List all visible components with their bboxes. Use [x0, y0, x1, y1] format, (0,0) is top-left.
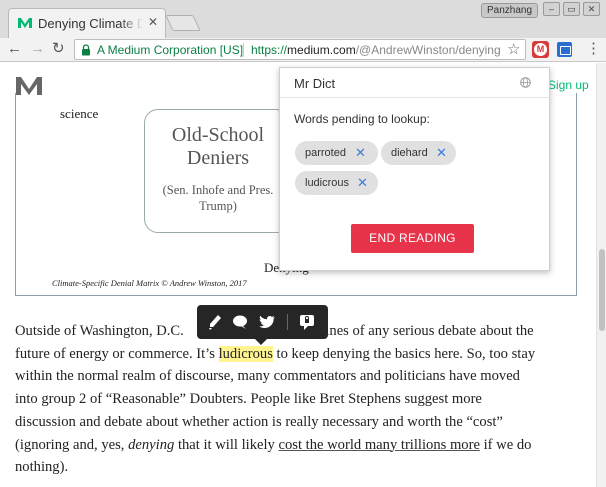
old-school-deniers-box: Old-School Deniers (Sen. Inhofe and Pres…: [144, 109, 290, 233]
article-emphasis: denying: [128, 436, 175, 453]
tab-title: Denying Climate Denial: [38, 16, 143, 31]
close-window-button[interactable]: ✕: [583, 2, 600, 16]
word-chip-label: diehard: [391, 147, 428, 159]
url-host: medium.com: [287, 43, 356, 57]
secure-site-label: A Medium Corporation [US]: [97, 43, 244, 57]
highlighter-icon[interactable]: [205, 313, 225, 331]
popup-divider: [280, 97, 549, 98]
new-tab-button[interactable]: [165, 15, 201, 31]
article-body: Outside of Washington, D.C. elines of any…: [15, 320, 580, 479]
private-note-icon[interactable]: [297, 313, 317, 331]
page-scrollbar[interactable]: [596, 63, 606, 487]
scrollbar-thumb[interactable]: [599, 249, 605, 331]
article-text: if we do: [479, 436, 532, 453]
word-chip[interactable]: ludicrous ✕: [295, 171, 378, 195]
word-chip[interactable]: diehard ✕: [381, 141, 456, 165]
article-line: nothing).: [15, 459, 69, 476]
article-text: elines of any serious debate about the: [314, 323, 534, 339]
article-line: discussion and debate about whether acti…: [15, 413, 503, 430]
maximize-button[interactable]: ▭: [563, 2, 580, 16]
end-reading-button[interactable]: END READING: [351, 224, 474, 253]
word-chip-label: ludicrous: [305, 177, 350, 189]
highlight-menu-divider: [287, 314, 288, 330]
globe-icon[interactable]: [520, 77, 531, 88]
denier-box-title: Old-School Deniers: [171, 124, 265, 169]
back-arrow-icon[interactable]: ←: [7, 41, 22, 57]
tab-strip: Denying Climate Denial ✕ Panzhang – ▭ ✕: [0, 0, 606, 38]
url-scheme: https://: [251, 43, 288, 57]
profile-name[interactable]: Panzhang: [481, 3, 539, 18]
lock-icon: [82, 44, 90, 56]
browser-menu-icon[interactable]: ⋮: [586, 41, 601, 57]
article-text: (ignoring and, yes,: [15, 436, 129, 453]
sign-up-link[interactable]: Sign up: [548, 78, 589, 92]
url-path: /@AndrewWinston/denying-climate-denial: [355, 43, 501, 57]
article-line: into group 2 of “Reasonable” Doubters. P…: [15, 391, 482, 408]
reader-extension-icon[interactable]: [557, 42, 572, 57]
medium-favicon-icon: [18, 18, 32, 28]
url-separator: [243, 43, 244, 57]
word-chip-label: parroted: [305, 147, 346, 159]
article-line: within the normal realm of discourse, ma…: [15, 368, 520, 385]
figure-caption: Climate-Specific Denial Matrix © Andrew …: [52, 278, 247, 288]
article-text: to keep denying the basics here. So, too…: [272, 345, 536, 362]
reload-icon[interactable]: ↻: [52, 41, 65, 57]
comment-icon[interactable]: [230, 313, 250, 331]
browser-tab[interactable]: Denying Climate Denial ✕: [8, 8, 166, 38]
remove-word-icon[interactable]: ✕: [436, 141, 447, 165]
article-text: Outside of Washington, D.C.: [15, 323, 184, 339]
url-text[interactable]: https://medium.com/@AndrewWinston/denyin…: [251, 43, 501, 57]
browser-toolbar: ← → ↻ A Medium Corporation [US] https://…: [0, 38, 606, 62]
mr-dict-popup: Mr Dict Words pending to lookup: parrote…: [279, 67, 550, 271]
figure-science-text: science: [60, 106, 99, 121]
article-text: that it will likely: [174, 436, 279, 453]
pending-words-label: Words pending to lookup:: [294, 112, 430, 126]
forward-arrow-icon[interactable]: →: [30, 41, 45, 57]
highlight-menu: [197, 305, 328, 345]
mr-dict-extension-icon[interactable]: M: [532, 41, 549, 58]
mr-dict-badge: M: [534, 43, 547, 56]
remove-word-icon[interactable]: ✕: [357, 171, 368, 195]
remove-word-icon[interactable]: ✕: [355, 141, 366, 165]
tab-close-icon[interactable]: ✕: [148, 15, 158, 29]
article-link[interactable]: cost the world many trillions more: [278, 437, 479, 453]
article-text: future of energy or commerce. It’s: [15, 345, 219, 362]
twitter-icon[interactable]: [257, 313, 277, 331]
medium-logo-icon[interactable]: [16, 76, 42, 96]
minimize-button[interactable]: –: [543, 2, 560, 16]
article-line: future of energy or commerce. It’s ludic…: [15, 343, 580, 366]
article-line: (ignoring and, yes, denying that it will…: [15, 434, 580, 457]
denier-box-subtitle: (Sen. Inhofe and Pres. Trump): [162, 183, 274, 213]
word-chip[interactable]: parroted ✕: [295, 141, 378, 165]
bookmark-star-icon[interactable]: ☆: [507, 41, 520, 59]
address-bar[interactable]: A Medium Corporation [US] https://medium…: [74, 39, 526, 60]
popup-title: Mr Dict: [294, 76, 336, 91]
